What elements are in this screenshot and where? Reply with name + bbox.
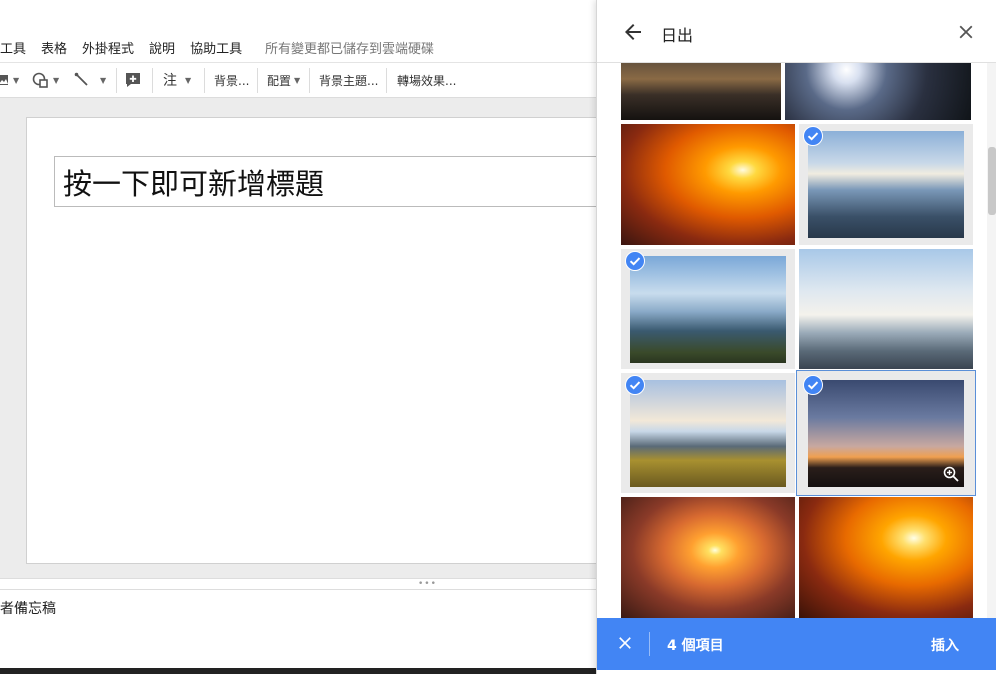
background-button[interactable]: 背景... xyxy=(214,63,249,97)
chevron-down-icon: ▼ xyxy=(185,75,192,85)
photo-road-guardrail xyxy=(799,249,973,369)
comment-button[interactable]: 注 ▼ xyxy=(163,63,191,97)
photo-dusk-horizon xyxy=(808,380,964,487)
image-search-panel: 日出 4 個項目 插入 xyxy=(596,0,996,674)
shape-button[interactable]: ▼ xyxy=(32,63,59,97)
app-window: 工具 表格 外掛程式 說明 協助工具 所有變更都已儲存到雲端硬碟 ▼ ▼ ▼ 注… xyxy=(0,0,996,674)
panel-title: 日出 xyxy=(661,26,694,45)
photo-sunset-1 xyxy=(621,63,781,120)
check-circle-icon[interactable] xyxy=(625,251,645,271)
image-tile[interactable] xyxy=(799,497,973,618)
photo-mountain-clouds-1 xyxy=(808,131,964,238)
check-circle-icon[interactable] xyxy=(803,126,823,146)
toolbar-divider xyxy=(386,68,387,93)
selected-count: 4 個項目 xyxy=(667,638,724,654)
image-icon xyxy=(0,75,8,85)
image-tile[interactable] xyxy=(621,497,795,618)
transition-label: 轉場效果... xyxy=(397,73,457,88)
save-status[interactable]: 所有變更都已儲存到雲端硬碟 xyxy=(265,38,434,57)
menu-tools[interactable]: 工具 xyxy=(0,38,26,57)
image-tile-selected-focused[interactable] xyxy=(796,370,976,496)
close-icon[interactable] xyxy=(955,21,977,43)
check-circle-icon[interactable] xyxy=(625,375,645,395)
image-tile-selected[interactable] xyxy=(621,373,795,493)
line-button[interactable]: ▼ xyxy=(74,63,106,97)
speaker-notes[interactable]: 者備忘稿 xyxy=(0,598,56,618)
scrollbar[interactable] xyxy=(987,63,996,618)
photo-sunburst-1 xyxy=(621,497,795,618)
menu-addons[interactable]: 外掛程式 xyxy=(82,38,134,57)
selection-action-bar: 4 個項目 插入 xyxy=(597,618,996,670)
new-slide-button[interactable] xyxy=(124,63,142,97)
photo-mountain-clouds-2 xyxy=(630,256,786,363)
chevron-down-icon: ▼ xyxy=(13,75,20,85)
toolbar-divider xyxy=(152,68,153,93)
slide[interactable]: 按一下即可新增標題 xyxy=(26,117,616,564)
toolbar-divider xyxy=(309,68,310,93)
transition-button[interactable]: 轉場效果... xyxy=(397,63,456,97)
chevron-down-icon: ▼ xyxy=(100,75,107,85)
image-tile[interactable] xyxy=(785,63,971,120)
toolbar-divider xyxy=(116,68,117,93)
chevron-down-icon: ▼ xyxy=(294,75,301,85)
shape-icon xyxy=(32,72,48,88)
notes-resize-handle[interactable]: ••• xyxy=(0,578,596,590)
image-button[interactable]: ▼ xyxy=(0,63,19,97)
drag-handle-icon: ••• xyxy=(418,579,437,589)
toolbar-divider xyxy=(257,68,258,93)
chevron-down-icon: ▼ xyxy=(53,75,60,85)
image-tile[interactable] xyxy=(799,249,973,369)
line-icon xyxy=(74,72,88,86)
zoom-in-icon[interactable] xyxy=(942,465,960,483)
theme-label: 背景主題... xyxy=(319,73,379,88)
photo-grassy-ridge xyxy=(630,380,786,487)
layout-label: 配置 xyxy=(267,73,292,88)
image-tile-selected[interactable] xyxy=(799,124,973,245)
add-box-icon xyxy=(126,73,140,87)
comment-label: 注 xyxy=(163,73,177,89)
action-bar-divider xyxy=(649,632,650,656)
toolbar-divider xyxy=(204,68,205,93)
title-placeholder-text: 按一下即可新增標題 xyxy=(63,166,325,201)
background-label: 背景... xyxy=(214,73,250,88)
toolbar: ▼ ▼ ▼ 注 ▼ 背景... 配置 ▼ 背景主題... 轉場效果... xyxy=(0,62,596,98)
image-tile-selected[interactable] xyxy=(621,249,795,369)
slide-canvas: 按一下即可新增標題 xyxy=(0,98,616,578)
menu-help[interactable]: 說明 xyxy=(149,38,175,57)
title-placeholder[interactable]: 按一下即可新增標題 xyxy=(54,156,614,207)
scrollbar-thumb[interactable] xyxy=(988,147,996,215)
check-circle-icon[interactable] xyxy=(803,375,823,395)
menu-table[interactable]: 表格 xyxy=(41,38,67,57)
image-grid xyxy=(597,63,987,618)
menu-accessibility[interactable]: 協助工具 xyxy=(190,38,242,57)
insert-button[interactable]: 插入 xyxy=(931,635,959,655)
menu-bar: 工具 表格 外掛程式 說明 協助工具 所有變更都已儲存到雲端硬碟 xyxy=(0,0,596,62)
image-tile[interactable] xyxy=(621,124,795,245)
arrow-left-icon[interactable] xyxy=(621,20,645,44)
photo-sunrise-orange xyxy=(621,124,795,245)
theme-button[interactable]: 背景主題... xyxy=(319,63,378,97)
photo-sunset-2 xyxy=(785,63,971,120)
photo-sunburst-2 xyxy=(799,497,973,618)
close-icon[interactable] xyxy=(615,633,635,653)
layout-button[interactable]: 配置 ▼ xyxy=(267,63,300,97)
panel-header: 日出 xyxy=(597,0,996,63)
image-tile[interactable] xyxy=(621,63,781,120)
menu-items: 工具 表格 外掛程式 說明 協助工具 xyxy=(0,38,257,57)
